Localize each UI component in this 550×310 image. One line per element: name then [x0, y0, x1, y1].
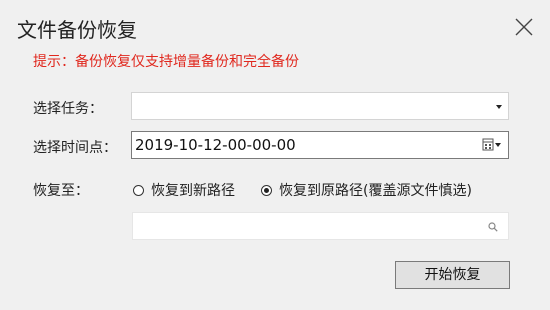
- radio-new-path-label: 恢复到新路径: [151, 183, 235, 199]
- chevron-down-icon: [496, 105, 502, 109]
- path-search-input[interactable]: [132, 212, 509, 240]
- start-restore-button[interactable]: 开始恢复: [395, 261, 510, 289]
- radio-original-path-label: 恢复到原路径(覆盖源文件慎选): [279, 183, 472, 199]
- radio-original-path[interactable]: 恢复到原路径(覆盖源文件慎选): [261, 180, 472, 200]
- close-icon[interactable]: [510, 13, 538, 41]
- restore-label: 恢复至：: [33, 183, 89, 199]
- timepoint-value: 2019-10-12-00-00-00: [135, 136, 296, 154]
- timepoint-label: 选择时间点：: [33, 140, 117, 156]
- radio-new-path[interactable]: 恢复到新路径: [133, 180, 235, 200]
- task-label: 选择任务：: [33, 101, 103, 117]
- search-icon[interactable]: [488, 222, 498, 232]
- calendar-icon[interactable]: [482, 138, 502, 152]
- task-select[interactable]: [131, 92, 509, 120]
- hint-text: 提示：备份恢复仅支持增量备份和完全备份: [33, 54, 299, 70]
- timepoint-picker[interactable]: 2019-10-12-00-00-00: [131, 131, 509, 159]
- radio-original-path-circle[interactable]: [261, 184, 272, 196]
- radio-new-path-circle[interactable]: [133, 184, 144, 196]
- dialog-title: 文件备份恢复: [17, 18, 137, 42]
